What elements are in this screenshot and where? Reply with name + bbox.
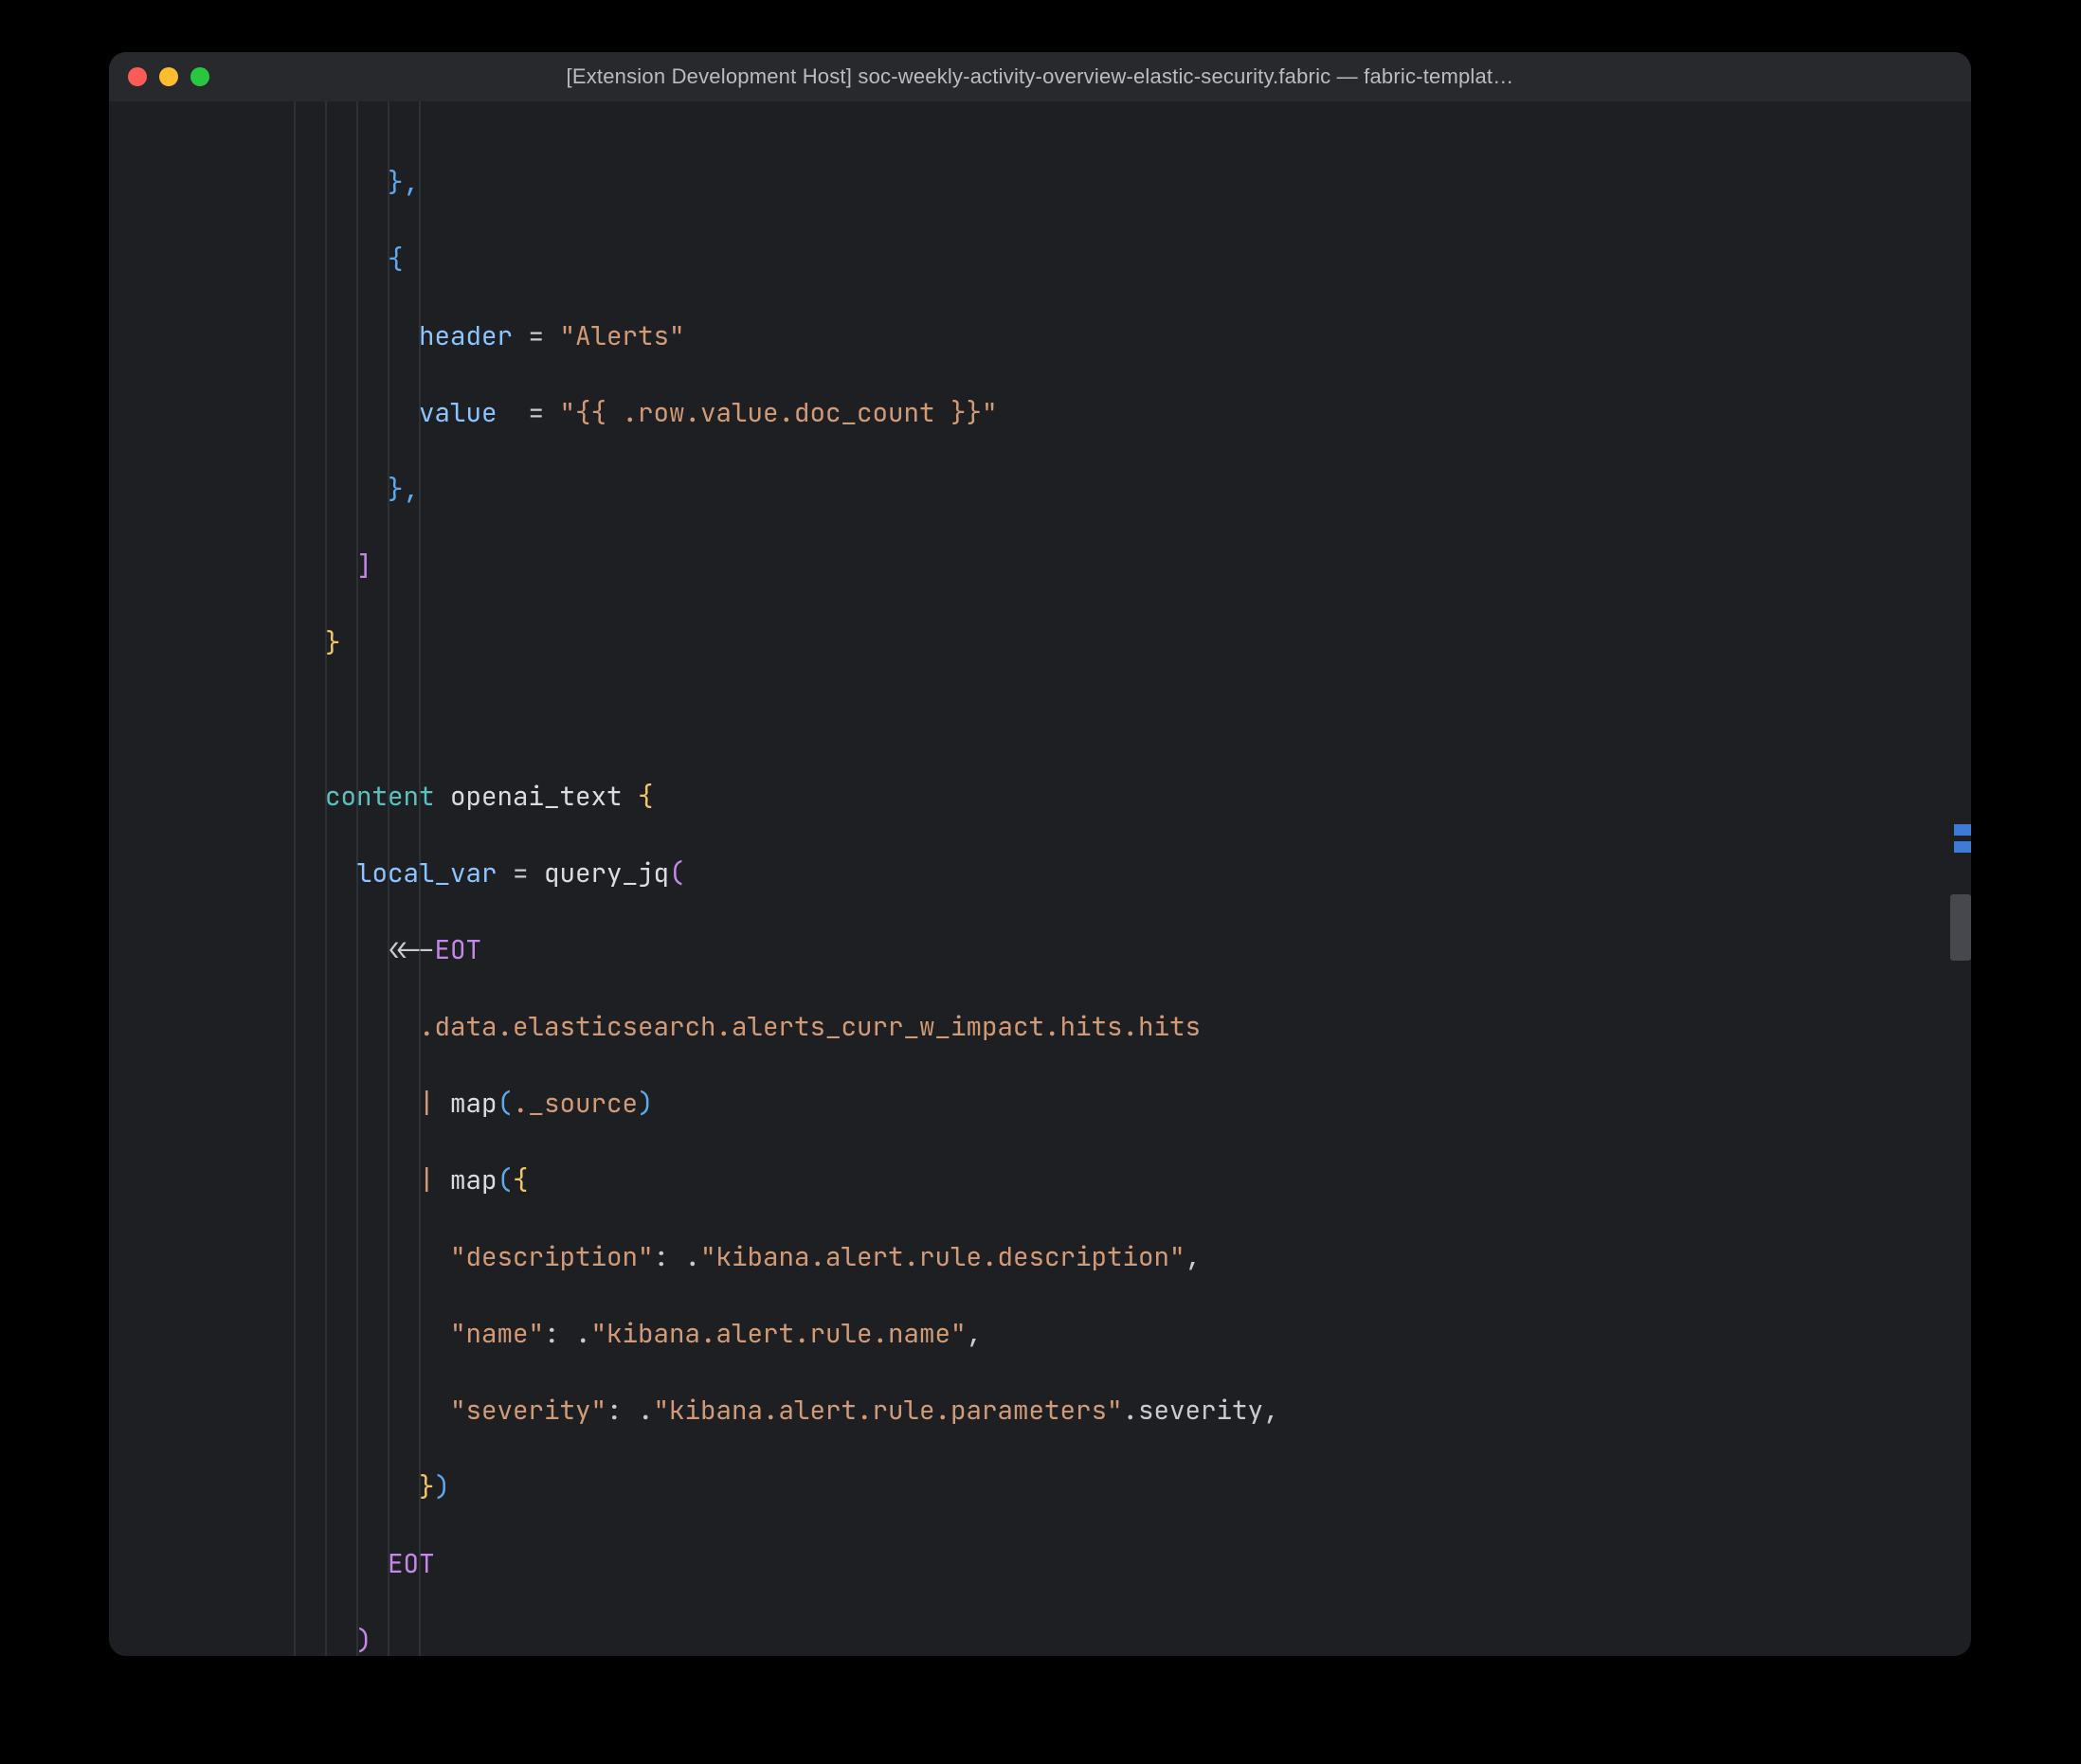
fn-map: map (450, 1163, 498, 1197)
key: "name" (450, 1317, 544, 1351)
window-title: [Extension Development Host] soc-weekly-… (109, 64, 1971, 89)
titlebar[interactable]: [Extension Development Host] soc-weekly-… (109, 52, 1971, 101)
editor-window: [Extension Development Host] soc-weekly-… (109, 52, 1971, 1656)
paren: ) (638, 1087, 654, 1121)
close-icon[interactable] (128, 67, 147, 86)
fn-query-jq: query_jq (544, 856, 669, 891)
brace: { (388, 243, 404, 277)
space (623, 780, 639, 814)
overview-marker[interactable] (1954, 824, 1971, 836)
tail: .severity, (1123, 1394, 1279, 1428)
scrollbar-thumb[interactable] (1950, 894, 1971, 961)
path: "kibana.alert.rule.description" (700, 1240, 1185, 1274)
heredoc-tag: EOT (388, 1547, 435, 1581)
brace: { (513, 1163, 529, 1197)
scrollbar-track[interactable] (1946, 101, 1971, 1656)
jq-pipe: | (419, 1163, 450, 1197)
prop-value: value (419, 396, 498, 430)
heredoc-tag: EOT (435, 933, 482, 967)
brace: } (325, 626, 341, 660)
fn-map: map (450, 1087, 498, 1121)
sep: : . (544, 1317, 591, 1351)
heredoc-op: <<- (388, 933, 435, 967)
key: "severity" (450, 1394, 606, 1428)
jq-expr: .data.elasticsearch.alerts_curr_w_impact… (419, 1010, 1201, 1044)
brace: } (419, 1470, 435, 1504)
op-eq: = (498, 396, 560, 430)
jq-expr: ._source (513, 1087, 638, 1121)
block-name: openai_text (450, 780, 623, 814)
code-editor[interactable]: }, { header = "Alerts" value = "{{ .row.… (109, 101, 1971, 1656)
path: "kibana.alert.rule.name" (591, 1317, 967, 1351)
op-eq: = (498, 856, 545, 891)
brace: }, (388, 473, 419, 507)
minimize-icon[interactable] (159, 67, 178, 86)
prop-header: header (419, 319, 513, 353)
path: "kibana.alert.rule.parameters" (654, 1394, 1123, 1428)
sep: : . (606, 1394, 654, 1428)
overview-marker[interactable] (1954, 841, 1971, 853)
brace: { (638, 780, 654, 814)
editor-area[interactable]: }, { header = "Alerts" value = "{{ .row.… (109, 101, 1971, 1656)
bracket: ] (356, 549, 372, 584)
keyword-content: content (325, 780, 435, 814)
paren: ( (498, 1087, 514, 1121)
sep: : . (654, 1240, 701, 1274)
space (435, 780, 451, 814)
window-controls (128, 67, 209, 86)
paren: ) (435, 1470, 451, 1504)
prop-local-var: local_var (356, 856, 498, 891)
comma: , (967, 1317, 983, 1351)
comma: , (1185, 1240, 1202, 1274)
op-eq: = (513, 319, 560, 353)
paren: ( (498, 1163, 514, 1197)
string-literal: "Alerts" (560, 319, 685, 353)
paren: ) (356, 1624, 372, 1657)
paren: ( (669, 856, 685, 891)
zoom-icon[interactable] (190, 67, 209, 86)
string-literal: "{{ .row.value.doc_count }}" (560, 396, 998, 430)
jq-pipe: | (419, 1087, 450, 1121)
brace: }, (388, 166, 419, 200)
key: "description" (450, 1240, 654, 1274)
